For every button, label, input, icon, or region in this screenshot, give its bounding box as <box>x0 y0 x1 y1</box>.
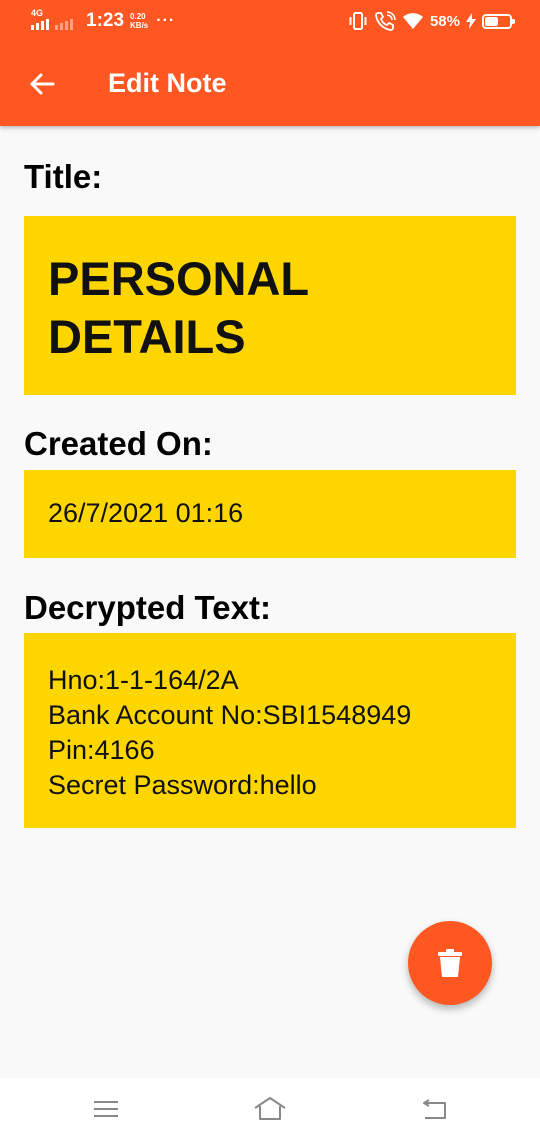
network-speed: 0.20 KB/s <box>130 12 148 30</box>
title-label: Title: <box>24 158 103 195</box>
more-notifications: ··· <box>156 12 176 29</box>
top-app-band: 4G 1:23 0.20 KB/s ··· 58% Edit Note <box>0 0 540 126</box>
wifi-icon <box>402 12 424 30</box>
decrypted-line: Hno:1-1-164/2A <box>48 665 239 695</box>
back-icon <box>423 1099 446 1119</box>
created-on-label: Created On: <box>24 425 213 462</box>
wifi-call-icon <box>374 11 396 31</box>
charging-icon <box>466 13 476 29</box>
nav-back-button[interactable] <box>414 1092 454 1126</box>
app-bar: Edit Note <box>0 42 540 126</box>
delete-note-button[interactable] <box>408 921 492 1005</box>
status-right: 58% <box>348 9 515 33</box>
nav-home-button[interactable] <box>250 1092 290 1126</box>
menu-icon <box>94 1101 118 1117</box>
status-left: 4G 1:23 0.20 KB/s ··· <box>30 8 176 33</box>
created-on-field: 26/7/2021 01:16 <box>24 470 516 558</box>
decrypted-line: Bank Account No:SBI1548949 <box>48 700 412 730</box>
battery-icon <box>482 13 515 29</box>
back-button[interactable] <box>22 64 62 104</box>
decrypted-text-field[interactable]: Hno:1-1-164/2A Bank Account No:SBI154894… <box>24 633 516 828</box>
nav-menu-button[interactable] <box>86 1092 126 1126</box>
battery-level-fill <box>485 16 499 26</box>
title-line-1: PERSONAL <box>48 252 310 305</box>
title-line-2: DETAILS <box>48 310 246 363</box>
battery-percent: 58% <box>429 12 460 30</box>
speed-unit: KB/s <box>130 21 149 30</box>
created-on-value: 26/7/2021 01:16 <box>48 498 244 528</box>
system-nav-bar <box>0 1078 540 1140</box>
speed-value: 0.20 <box>130 12 146 21</box>
vibrate-icon <box>348 12 368 30</box>
edit-note-screen: 4G 1:23 0.20 KB/s ··· 58% Edit Note Titl… <box>0 0 540 1140</box>
decrypted-line: Secret Password:hello <box>48 770 317 800</box>
signal-icon: 4G <box>30 8 82 32</box>
decrypted-line: Pin:4166 <box>48 735 155 765</box>
home-icon <box>254 1097 286 1120</box>
decrypted-text-label: Decrypted Text: <box>24 589 271 626</box>
network-type: 4G <box>31 8 44 18</box>
status-bar: 4G 1:23 0.20 KB/s ··· 58% <box>0 0 540 42</box>
title-field[interactable]: PERSONAL DETAILS <box>24 216 516 395</box>
status-time: 1:23 <box>86 10 125 31</box>
arrow-left-icon <box>30 73 55 95</box>
page-title: Edit Note <box>108 68 227 98</box>
delete-icon <box>438 949 462 977</box>
